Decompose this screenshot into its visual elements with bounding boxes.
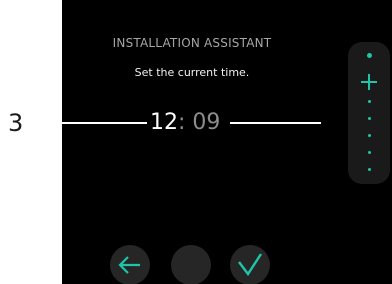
checkmark-icon xyxy=(238,253,263,277)
arrow-left-icon xyxy=(118,256,140,274)
scroll-dot xyxy=(367,168,371,171)
confirm-button[interactable] xyxy=(230,245,270,284)
scroll-dot xyxy=(367,100,371,103)
time-display[interactable]: 12: 09 xyxy=(150,108,220,138)
scroll-dot xyxy=(367,117,371,120)
step-number: 3 xyxy=(8,109,24,137)
adjust-scroll-panel[interactable] xyxy=(348,42,390,184)
scroll-up-indicator xyxy=(366,53,372,58)
instruction-text: Set the current time. xyxy=(134,66,250,79)
device-screen: INSTALLATION ASSISTANT Set the current t… xyxy=(62,0,392,284)
scroll-dot xyxy=(367,151,371,154)
back-button[interactable] xyxy=(110,245,150,284)
hours-value[interactable]: 12 xyxy=(150,110,178,135)
divider-line-left xyxy=(62,122,147,124)
scroll-dot xyxy=(367,134,371,137)
minutes-value[interactable]: 09 xyxy=(185,110,220,135)
time-setter: 12: 09 xyxy=(62,108,322,138)
plus-icon[interactable] xyxy=(359,72,379,92)
menu-button[interactable] xyxy=(171,245,211,284)
assistant-title: INSTALLATION ASSISTANT xyxy=(112,36,272,50)
divider-line-right xyxy=(230,122,321,124)
